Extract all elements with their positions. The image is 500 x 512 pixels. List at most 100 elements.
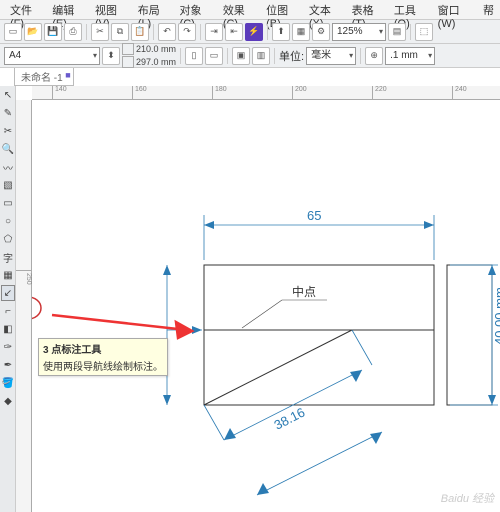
zoom-tool-icon[interactable]: 🔍 xyxy=(1,141,15,157)
horizontal-ruler: 140 160 180 200 220 240 xyxy=(32,86,500,100)
ellipse-tool-icon[interactable]: ○ xyxy=(1,213,15,229)
hint-icon[interactable]: ⬚ xyxy=(415,23,433,41)
import-icon[interactable]: ⇥ xyxy=(205,23,223,41)
new-icon[interactable]: ▭ xyxy=(4,23,22,41)
tooltip-title: 3 点标注工具 xyxy=(43,341,163,356)
table-tool-icon[interactable]: ▦ xyxy=(1,267,15,283)
polygon-tool-icon[interactable]: ⬠ xyxy=(1,231,15,247)
portrait-icon[interactable]: ▯ xyxy=(185,47,203,65)
app-launcher-icon[interactable]: ⚡ xyxy=(245,23,263,41)
rect-top[interactable] xyxy=(204,265,434,330)
effects-tool-icon[interactable]: ◧ xyxy=(1,321,15,337)
menu-object[interactable]: 对象(C) xyxy=(174,0,217,19)
dimension-bottom-arrow[interactable] xyxy=(257,432,382,495)
menu-text[interactable]: 文本(X) xyxy=(303,0,346,19)
tooltip-desc: 使用两段导航线绘制标注。 xyxy=(43,358,163,373)
paste-icon[interactable]: 📋 xyxy=(131,23,149,41)
menu-file[interactable]: 文件(F) xyxy=(4,0,46,19)
canvas-area: 140 160 180 200 220 240 250 65 xyxy=(16,86,500,512)
menu-table[interactable]: 表格(T) xyxy=(346,0,388,19)
zoom-combo[interactable]: 125% xyxy=(332,23,386,41)
separator xyxy=(360,48,361,64)
dim-top-value: 65 xyxy=(307,208,321,223)
pages-icon[interactable]: ▣ xyxy=(232,47,250,65)
crop-tool-icon[interactable]: ✂ xyxy=(1,123,15,139)
ruler-tick: 200 xyxy=(292,86,307,100)
unit-label: 单位: xyxy=(279,48,304,64)
connector-tool-icon[interactable]: ⌐ xyxy=(1,303,15,319)
menu-edit[interactable]: 编辑(E) xyxy=(46,0,89,19)
property-bar: A4 ⬍ 210.0 mm 297.0 mm ▯ ▭ ▣ ▥ 单位: 毫米 ⊕ … xyxy=(0,44,500,68)
ruler-tick: 240 xyxy=(452,86,467,100)
freehand-tool-icon[interactable]: 〰 xyxy=(1,159,15,175)
ruler-tick: 180 xyxy=(212,86,227,100)
menu-view[interactable]: 视图(V) xyxy=(89,0,132,19)
nudge-input[interactable]: .1 mm xyxy=(385,47,435,65)
landscape-icon[interactable]: ▭ xyxy=(205,47,223,65)
print-icon[interactable]: ⎙ xyxy=(64,23,82,41)
menu-window[interactable]: 窗口(W) xyxy=(432,0,477,19)
export-icon[interactable]: ⇤ xyxy=(225,23,243,41)
open-icon[interactable]: 📂 xyxy=(24,23,42,41)
options-icon[interactable]: ⚙ xyxy=(312,23,330,41)
menu-effect[interactable]: 效果(C) xyxy=(217,0,260,19)
standard-toolbar: ▭ 📂 💾 ⎙ ✂ ⧉ 📋 ↶ ↷ ⇥ ⇤ ⚡ ⬆ ▦ ⚙ 125% ▤ ⬚ xyxy=(0,20,500,44)
redo-icon[interactable]: ↷ xyxy=(178,23,196,41)
save-icon[interactable]: 💾 xyxy=(44,23,62,41)
callout-tool-icon[interactable]: ↙ xyxy=(1,285,15,301)
drawing-page[interactable]: 65 40.00 mm xyxy=(32,100,500,512)
menu-layout[interactable]: 布局(L) xyxy=(132,0,174,19)
separator xyxy=(200,24,201,40)
dimension-top[interactable]: 65 xyxy=(204,208,434,260)
tab-title: 未命名 -1 xyxy=(21,69,63,84)
ruler-tick: 140 xyxy=(52,86,67,100)
cut-icon[interactable]: ✂ xyxy=(91,23,109,41)
undo-icon[interactable]: ↶ xyxy=(158,23,176,41)
menu-bar: 文件(F) 编辑(E) 视图(V) 布局(L) 对象(C) 效果(C) 位图(B… xyxy=(0,0,500,20)
shape-tool-icon[interactable]: ✎ xyxy=(1,105,15,121)
separator xyxy=(267,24,268,40)
separator xyxy=(153,24,154,40)
annotation-arrow xyxy=(52,315,192,338)
document-tab[interactable]: 未命名 -1 ■ xyxy=(14,68,74,86)
menu-help[interactable]: 帮 xyxy=(477,0,500,19)
paper-size-combo[interactable]: A4 xyxy=(4,47,100,65)
copy-icon[interactable]: ⧉ xyxy=(111,23,129,41)
eyedropper-tool-icon[interactable]: ✑ xyxy=(1,339,15,355)
separator xyxy=(274,48,275,64)
toolbox: ↖ ✎ ✂ 🔍 〰 ▧ ▭ ○ ⬠ 字 ▦ ↙ ⌐ ◧ ✑ ✒ 🪣 ◆ xyxy=(0,86,16,512)
text-tool-icon[interactable]: 字 xyxy=(1,249,15,265)
close-icon[interactable]: ■ xyxy=(65,70,70,80)
menu-tools[interactable]: 工具(O) xyxy=(388,0,432,19)
menu-bitmap[interactable]: 位图(B) xyxy=(260,0,303,19)
tool-tooltip: 3 点标注工具 使用两段导航线绘制标注。 xyxy=(38,338,168,376)
dimension-diagonal[interactable]: 38.16 xyxy=(204,330,372,440)
snap-icon[interactable]: ▦ xyxy=(292,23,310,41)
rect-bottom[interactable] xyxy=(204,330,434,405)
annotation-circle xyxy=(32,297,41,319)
rect-right[interactable] xyxy=(447,265,492,405)
page-height[interactable]: 297.0 mm xyxy=(136,57,176,67)
pick-tool-icon[interactable]: ↖ xyxy=(1,87,15,103)
separator xyxy=(180,48,181,64)
ruler-tick: 220 xyxy=(372,86,387,100)
outline-tool-icon[interactable]: ✒ xyxy=(1,357,15,373)
midpoint-leader[interactable]: 中点 xyxy=(242,284,327,328)
vertical-ruler: 250 xyxy=(16,100,32,512)
diagonal-line[interactable] xyxy=(204,330,352,405)
unit-combo[interactable]: 毫米 xyxy=(306,47,356,65)
interactive-fill-icon[interactable]: ◆ xyxy=(1,393,15,409)
publish-icon[interactable]: ⬆ xyxy=(272,23,290,41)
ruler-tick: 160 xyxy=(132,86,147,100)
page-width[interactable]: 210.0 mm xyxy=(136,44,176,54)
snap-to-icon[interactable]: ▤ xyxy=(388,23,406,41)
drawing-svg: 65 40.00 mm xyxy=(32,100,500,512)
separator xyxy=(227,48,228,64)
facing-icon[interactable]: ▥ xyxy=(252,47,270,65)
midpoint-label: 中点 xyxy=(292,284,316,299)
smart-fill-icon[interactable]: ▧ xyxy=(1,177,15,193)
nudge-icon: ⊕ xyxy=(365,47,383,65)
rectangle-tool-icon[interactable]: ▭ xyxy=(1,195,15,211)
fill-tool-icon[interactable]: 🪣 xyxy=(1,375,15,391)
separator xyxy=(410,24,411,40)
